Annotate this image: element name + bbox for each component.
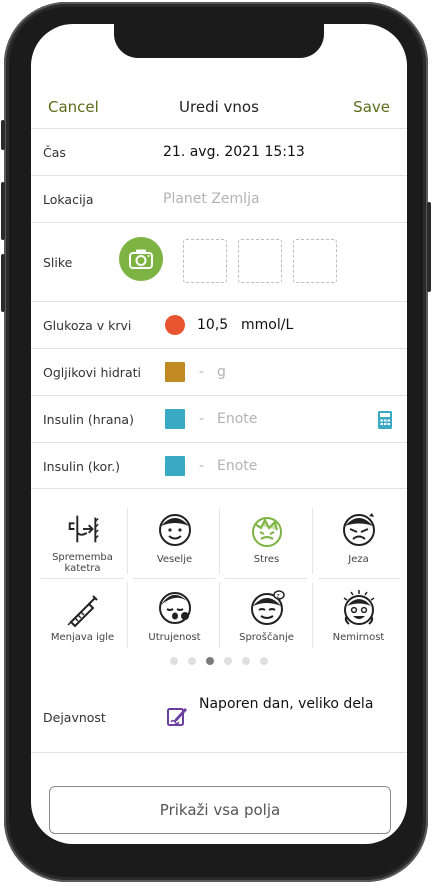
nav-bar: Cancel Uredi vnos Save [31, 92, 407, 130]
glucose-value[interactable]: 10,5 [197, 317, 228, 333]
page-indicator[interactable] [31, 657, 407, 667]
insulin-corr-unit[interactable]: Enote [217, 458, 257, 474]
carbs-dash: - [199, 364, 205, 380]
carbs-row[interactable]: Ogljikovi hidrati - g [31, 348, 407, 395]
time-value[interactable]: 21. avg. 2021 15:13 [163, 144, 305, 160]
insulin-food-color-swatch [165, 409, 185, 429]
phone-frame: Cancel Uredi vnos Save Čas 21. avg. 2021… [1, 2, 431, 882]
tag-label: Utrujenost [148, 632, 201, 643]
insulin-food-unit[interactable]: Enote [217, 411, 257, 427]
grid-divider [225, 578, 307, 579]
show-all-fields-button[interactable]: Prikaži vsa polja [49, 786, 391, 834]
power-button [427, 202, 431, 292]
tired-face-icon [158, 592, 191, 624]
insulin-corr-dash: - [199, 458, 205, 474]
insulin-food-row[interactable]: Insulin (hrana) - Enote [31, 395, 407, 442]
tag-label: Sprememba katetra [52, 552, 113, 574]
tag-anger[interactable]: Jeza [315, 504, 402, 574]
note-edit-icon[interactable] [165, 704, 189, 728]
grid-divider [127, 582, 128, 648]
glucose-color-dot [165, 315, 185, 335]
location-row[interactable]: Lokacija Planet Zemlja [31, 175, 407, 222]
page-dot[interactable] [260, 657, 268, 665]
tag-restlessness[interactable]: Nemirnost [315, 582, 402, 652]
image-slot-1[interactable] [183, 239, 227, 283]
page-dot[interactable] [224, 657, 232, 665]
grid-divider [219, 508, 220, 574]
app-screen: Cancel Uredi vnos Save Čas 21. avg. 2021… [31, 24, 407, 844]
tag-happiness[interactable]: Veselje [131, 504, 218, 574]
insulin-corr-row[interactable]: Insulin (kor.) - Enote [31, 442, 407, 489]
tag-label: Stres [253, 554, 280, 565]
page-title: Uredi vnos [179, 98, 259, 116]
image-slot-3[interactable] [293, 239, 337, 283]
stress-face-icon [251, 517, 282, 547]
images-label: Slike [43, 255, 73, 270]
insulin-food-dash: - [199, 411, 205, 427]
activity-label: Dejavnost [43, 710, 106, 725]
relaxed-face-icon: z [250, 590, 285, 625]
tag-label: Veselje [156, 554, 193, 565]
insulin-corr-color-swatch [165, 456, 185, 476]
images-row: Slike [31, 222, 407, 301]
svg-text:z: z [276, 593, 279, 600]
grid-divider [312, 508, 313, 574]
image-slot-2[interactable] [238, 239, 282, 283]
page-dot[interactable] [242, 657, 250, 665]
insulin-corr-label: Insulin (kor.) [43, 459, 121, 474]
happy-face-icon [158, 514, 191, 546]
carbs-unit[interactable]: g [217, 364, 226, 380]
needle-icon [66, 595, 98, 628]
tag-catheter-change[interactable]: Sprememba katetra [39, 504, 126, 574]
location-label: Lokacija [43, 192, 94, 207]
angry-face-icon [342, 513, 375, 546]
carbs-label: Ogljikovi hidrati [43, 365, 141, 380]
carbs-color-swatch [165, 362, 185, 382]
location-field[interactable]: Planet Zemlja [163, 191, 260, 207]
glucose-row[interactable]: Glukoza v krvi 10,5 mmol/L [31, 301, 407, 348]
page-dot[interactable] [170, 657, 178, 665]
activity-value[interactable]: Naporen dan, veliko dela [199, 696, 373, 712]
page-dot-active[interactable] [206, 657, 214, 665]
tag-grid: Sprememba katetra Veselje Stres Jeza Men… [39, 504, 402, 654]
volume-down-button [1, 254, 5, 312]
notch [114, 24, 324, 58]
volume-up-button [1, 182, 5, 240]
time-row[interactable]: Čas 21. avg. 2021 15:13 [31, 128, 407, 175]
tag-relaxation[interactable]: z Sproščanje [223, 582, 310, 652]
tag-label: Menjava igle [50, 632, 115, 643]
camera-icon [129, 249, 153, 269]
catheter-icon [68, 515, 99, 543]
grid-divider [41, 578, 123, 579]
calculator-icon[interactable] [377, 410, 393, 430]
mute-switch [1, 120, 5, 150]
time-label: Čas [43, 145, 66, 160]
grid-divider [312, 582, 313, 648]
save-button[interactable]: Save [353, 98, 390, 116]
tag-needle-change[interactable]: Menjava igle [39, 582, 126, 652]
grid-divider [318, 578, 400, 579]
tag-label: Jeza [348, 554, 369, 565]
tag-stress[interactable]: Stres [223, 504, 310, 574]
insulin-food-label: Insulin (hrana) [43, 412, 134, 427]
page-dot[interactable] [188, 657, 196, 665]
glucose-label: Glukoza v krvi [43, 318, 132, 333]
tag-label: Sproščanje [239, 632, 294, 643]
tag-tiredness[interactable]: Utrujenost [131, 582, 218, 652]
grid-divider [133, 578, 215, 579]
tag-label: Nemirnost [332, 632, 385, 643]
grid-divider [219, 582, 220, 648]
grid-divider [127, 508, 128, 574]
camera-button[interactable] [119, 237, 163, 281]
anxious-face-icon [343, 590, 374, 625]
glucose-unit: mmol/L [241, 317, 294, 333]
